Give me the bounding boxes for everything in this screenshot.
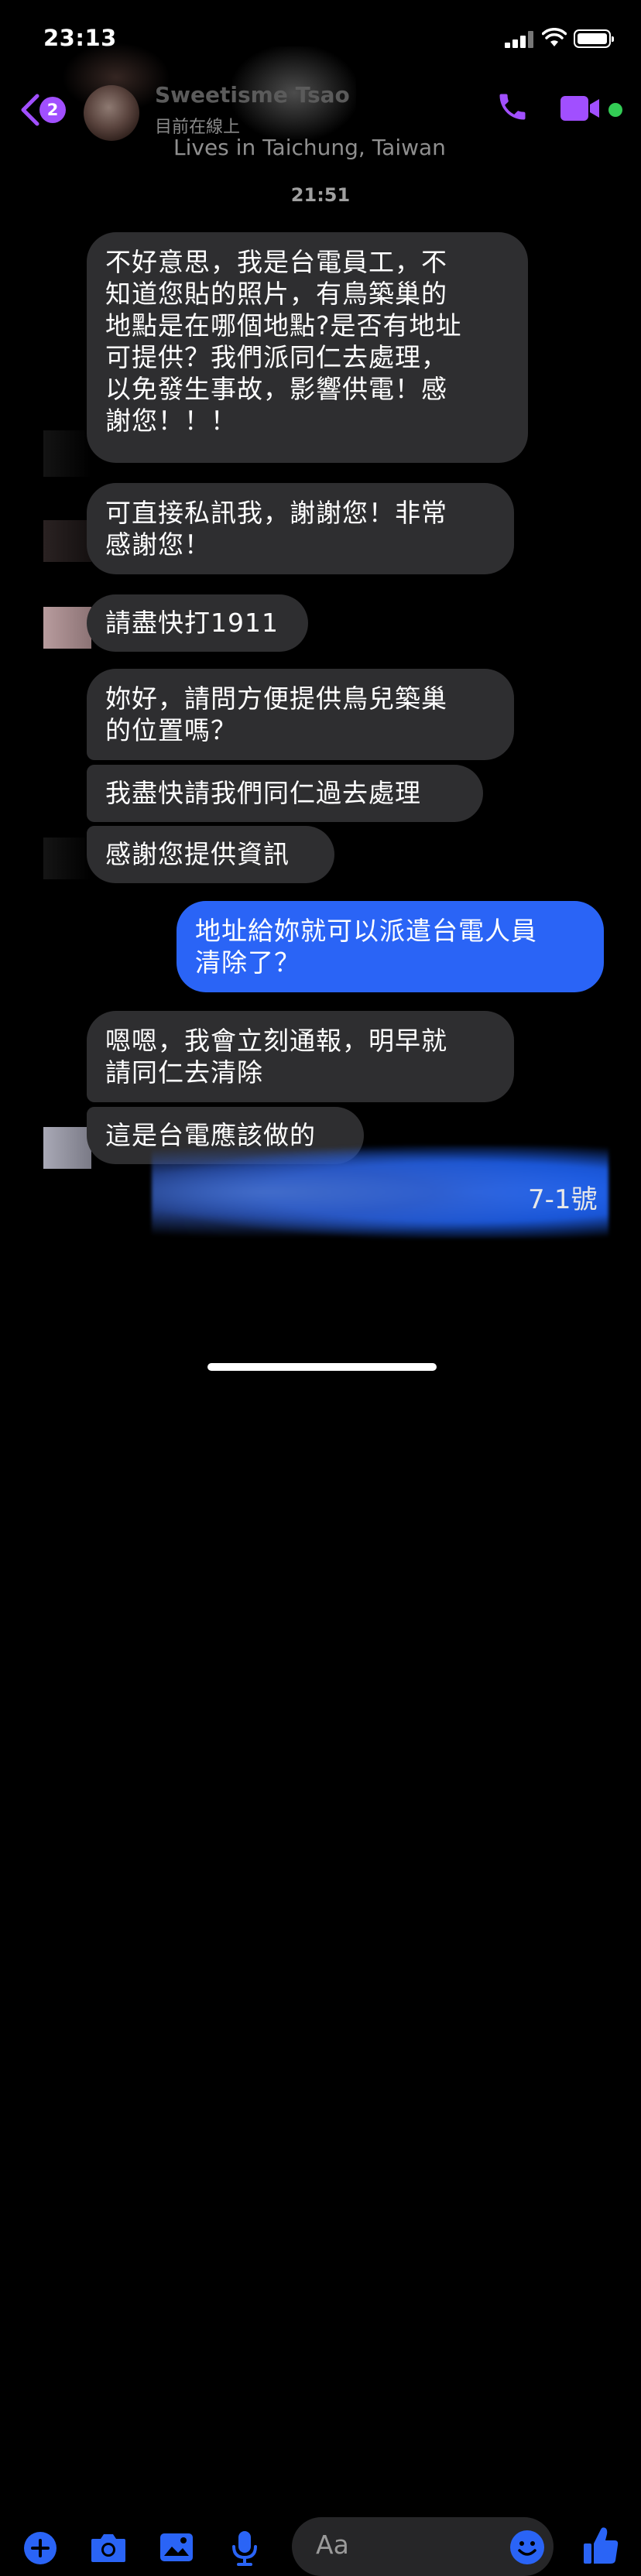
incoming-message[interactable]: 妳好，請問方便提供鳥兒築巢 的位置嗎？ bbox=[87, 669, 514, 760]
contact-avatar[interactable] bbox=[84, 85, 139, 141]
contact-name[interactable]: Sweetisme Tsao bbox=[155, 82, 350, 108]
message-timestamp: 21:51 bbox=[290, 184, 351, 206]
back-chevron-icon[interactable] bbox=[19, 93, 42, 127]
incoming-message[interactable]: 可直接私訊我，謝謝您！非常 感謝您！ bbox=[87, 483, 514, 574]
image-icon[interactable] bbox=[159, 2531, 194, 2564]
sender-avatar bbox=[43, 838, 91, 879]
plus-icon[interactable] bbox=[23, 2531, 57, 2565]
sender-avatar bbox=[43, 1127, 91, 1169]
incoming-message[interactable]: 感謝您提供資訊 bbox=[87, 826, 334, 883]
sender-avatar bbox=[43, 430, 91, 477]
message-input-placeholder: Aa bbox=[316, 2530, 349, 2560]
battery-icon bbox=[574, 29, 614, 48]
camera-icon[interactable] bbox=[90, 2531, 127, 2564]
sender-avatar bbox=[43, 520, 91, 562]
cellular-signal-icon bbox=[505, 31, 534, 48]
message-composer: Aa bbox=[0, 1254, 641, 2576]
sender-avatar bbox=[43, 607, 91, 649]
unread-count-badge[interactable]: 2 bbox=[39, 97, 66, 123]
outgoing-message-fragment[interactable]: 7-1號 bbox=[528, 1178, 598, 1216]
outgoing-message[interactable]: 地址給妳就可以派遣台電人員 清除了？ bbox=[177, 901, 604, 992]
online-indicator bbox=[608, 103, 622, 117]
contact-location: Lives in Taichung, Taiwan bbox=[173, 135, 446, 160]
home-indicator[interactable] bbox=[207, 1363, 437, 1371]
incoming-message[interactable]: 請盡快打1911 bbox=[87, 594, 308, 652]
incoming-message[interactable]: 我盡快請我們同仁過去處理 bbox=[87, 765, 483, 822]
thumbs-up-icon[interactable] bbox=[582, 2525, 619, 2567]
video-camera-icon[interactable] bbox=[559, 93, 607, 124]
microphone-icon[interactable] bbox=[229, 2530, 260, 2567]
emoji-icon[interactable] bbox=[509, 2530, 545, 2565]
phone-icon[interactable] bbox=[495, 90, 530, 124]
wifi-icon bbox=[542, 28, 567, 46]
incoming-message[interactable]: 不好意思，我是台電員工，不 知道您貼的照片，有鳥築巢的 地點是在哪個地點?是否有… bbox=[87, 232, 528, 463]
incoming-message[interactable]: 嗯嗯，我會立刻通報，明早就 請同仁去清除 bbox=[87, 1011, 514, 1102]
